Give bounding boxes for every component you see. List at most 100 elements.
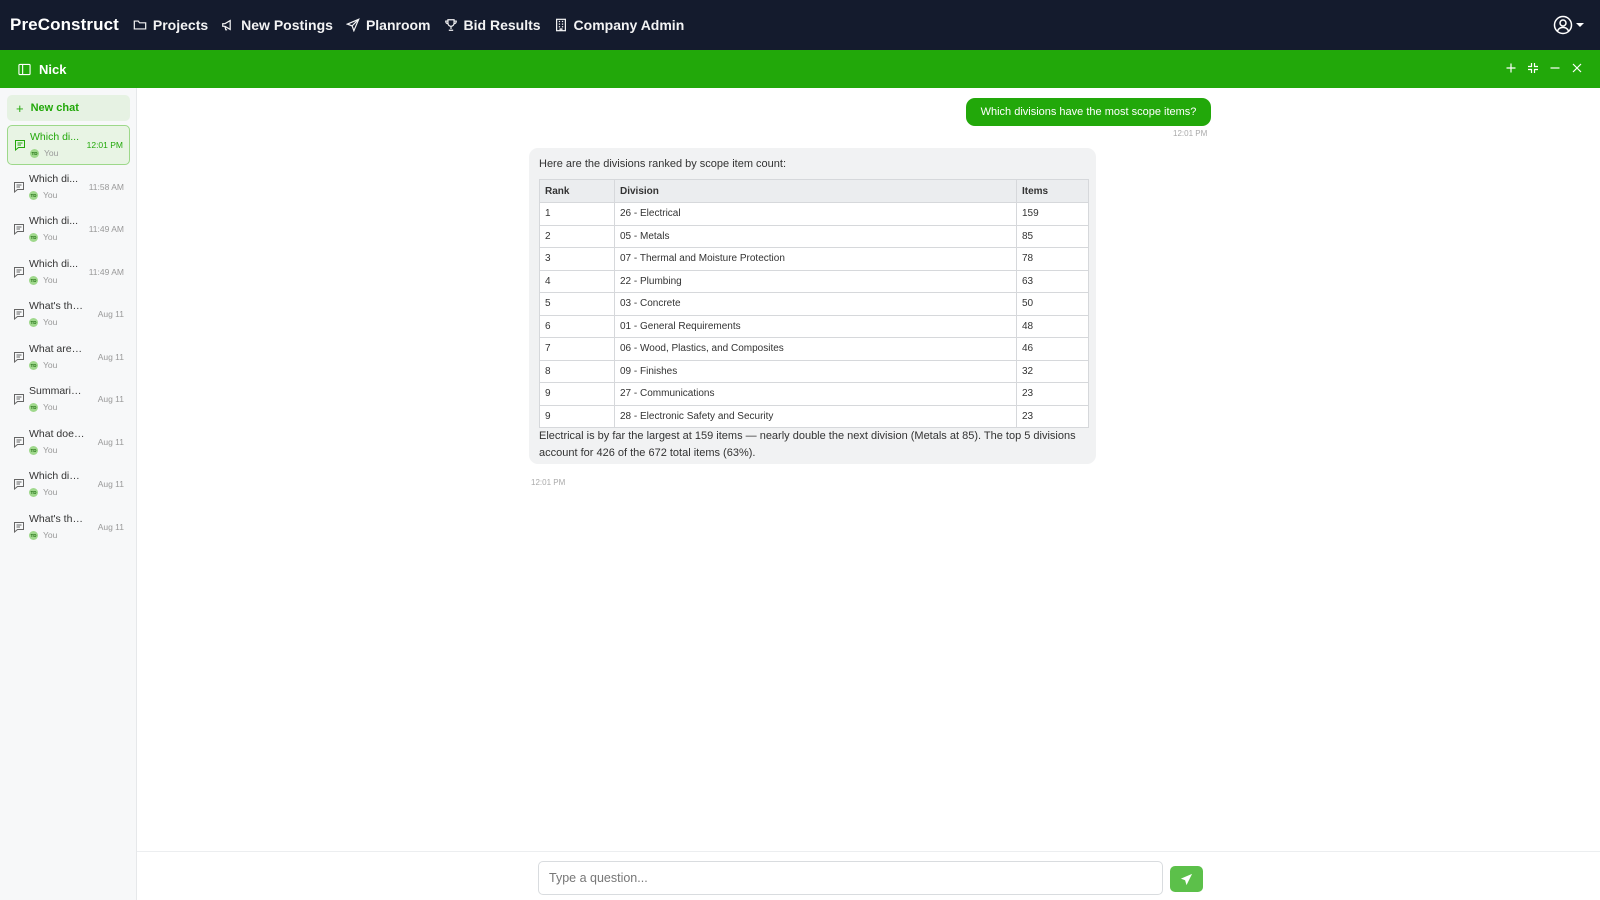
chat-author: You: [43, 190, 58, 200]
rank-cell: 8: [539, 359, 615, 383]
send-button[interactable]: [1170, 866, 1203, 892]
conversation-panel: Which divisions have the most scope item…: [137, 88, 1600, 900]
chat-author: You: [43, 317, 58, 327]
message-icon: [14, 267, 24, 278]
message-icon: [15, 140, 25, 151]
division-cell: 22 - Plumbing: [614, 269, 1017, 293]
items-cell: 23: [1016, 404, 1089, 428]
rank-cell: 6: [539, 314, 615, 338]
division-cell: 26 - Electrical: [614, 202, 1017, 226]
message-icon: [14, 352, 24, 363]
chat-meta: TD You: [29, 190, 57, 200]
chat-time: 11:58 AM: [88, 182, 124, 192]
message-icon: [14, 309, 24, 320]
items-cell: 78: [1016, 247, 1089, 271]
chat-history-item[interactable]: What are t... TD You Aug 11: [7, 338, 130, 378]
nav-planroom[interactable]: Planroom: [345, 17, 431, 33]
table-body: 1 26 - Electrical 159 2 05 - Metals 85 3 07 - T…: [539, 202, 1089, 428]
chat-history-item[interactable]: What's the... TD You Aug 11: [7, 508, 130, 548]
chat-history-item[interactable]: Which di... TD You 11:49 AM: [7, 253, 130, 293]
chat-meta: TD You: [29, 487, 57, 497]
user-message-bubble: Which divisions have the most scope item…: [966, 98, 1211, 126]
new-chat-plus-button[interactable]: [1504, 61, 1518, 75]
division-cell: 07 - Thermal and Moisture Protection: [614, 247, 1017, 271]
avatar: TD: [29, 275, 38, 285]
trophy-icon: [444, 19, 457, 31]
message-icon: [14, 224, 24, 235]
chat-title: What's the...: [29, 513, 85, 525]
message-icon: [14, 522, 24, 533]
column-header-items: Items: [1016, 179, 1089, 203]
avatar: TD: [29, 402, 38, 412]
chat-history-item[interactable]: Which di... TD You 11:58 AM: [7, 168, 130, 208]
chat-title: Summarize...: [29, 385, 85, 397]
nav-projects-label: Projects: [152, 17, 209, 33]
nav-bid-results[interactable]: Bid Results: [444, 17, 541, 33]
brand-logo[interactable]: PreConstruct: [10, 15, 119, 35]
chat-meta: TD You: [29, 232, 57, 242]
user-menu[interactable]: [1553, 15, 1584, 35]
table-row: 6 01 - General Requirements 48: [539, 314, 1089, 338]
rank-cell: 2: [539, 224, 615, 248]
chat-author: You: [43, 275, 58, 285]
chat-title: What are t...: [29, 343, 85, 355]
rank-cell: 5: [539, 292, 615, 316]
avatar: TD: [29, 360, 38, 370]
send-icon: [1180, 873, 1193, 885]
column-header-rank: Rank: [539, 179, 615, 203]
nav-projects[interactable]: Projects: [133, 17, 208, 33]
avatar: TD: [29, 232, 38, 242]
chat-history-item[interactable]: Which di... TD You 11:49 AM: [7, 210, 130, 250]
close-icon: [1572, 63, 1582, 73]
table-row: 9 28 - Electronic Safety and Security 23: [539, 404, 1089, 428]
division-cell: 06 - Wood, Plastics, and Composites: [614, 337, 1017, 361]
chat-history-item[interactable]: Summarize... TD You Aug 11: [7, 380, 130, 420]
assistant-title: Nick: [39, 61, 67, 77]
rank-cell: 1: [539, 202, 615, 226]
close-button[interactable]: [1570, 61, 1584, 75]
message-icon: [14, 182, 24, 193]
table-header-row: Rank Division Items: [539, 179, 1089, 203]
chevron-down-icon: [1576, 23, 1584, 27]
chat-meta: TD You: [29, 402, 57, 412]
nav-new-postings-label: New Postings: [241, 17, 333, 33]
avatar: TD: [29, 445, 38, 455]
chat-history-item[interactable]: What does ... TD You Aug 11: [7, 423, 130, 463]
question-input[interactable]: [538, 861, 1163, 895]
top-navigation: PreConstruct Projects New Postings Planr…: [0, 0, 1600, 50]
items-cell: 50: [1016, 292, 1089, 316]
rank-cell: 7: [539, 337, 615, 361]
avatar: TD: [29, 487, 38, 497]
message-icon: [14, 479, 24, 490]
sidebar-toggle-icon[interactable]: [18, 63, 31, 76]
chat-history-item[interactable]: What's the... TD You Aug 11: [7, 295, 130, 335]
message-icon: [14, 437, 24, 448]
chat-time: Aug 11: [97, 394, 124, 404]
chat-time: Aug 11: [97, 522, 124, 532]
chat-time: 11:49 AM: [88, 224, 124, 234]
nav-company-admin[interactable]: Company Admin: [554, 17, 684, 33]
chat-history-item[interactable]: Which divi... TD You Aug 11: [7, 465, 130, 505]
nav-new-postings[interactable]: New Postings: [221, 17, 333, 33]
chat-title: What does ...: [29, 428, 85, 440]
table-row: 4 22 - Plumbing 63: [539, 269, 1089, 293]
chat-history-sidebar: + New chat Which di... TD You 12:01 PM Which…: [0, 88, 137, 900]
chat-author: You: [43, 360, 58, 370]
division-cell: 28 - Electronic Safety and Security: [614, 404, 1017, 428]
division-cell: 05 - Metals: [614, 224, 1017, 248]
chat-history-item[interactable]: Which di... TD You 12:01 PM: [7, 125, 130, 165]
chat-author: You: [43, 530, 58, 540]
new-chat-button[interactable]: + New chat: [7, 95, 130, 121]
chat-time: Aug 11: [97, 479, 124, 489]
table-row: 5 03 - Concrete 50: [539, 292, 1089, 316]
division-cell: 01 - General Requirements: [614, 314, 1017, 338]
items-cell: 23: [1016, 382, 1089, 406]
chat-meta: TD You: [29, 360, 57, 370]
collapse-button[interactable]: [1526, 61, 1540, 75]
plus-icon: [1506, 63, 1516, 73]
message-icon: [14, 394, 24, 405]
user-message-text: Which divisions have the most scope item…: [980, 106, 1197, 118]
nav-planroom-label: Planroom: [365, 17, 431, 33]
minimize-button[interactable]: [1548, 61, 1562, 75]
chat-time: 12:01 PM: [86, 140, 123, 150]
